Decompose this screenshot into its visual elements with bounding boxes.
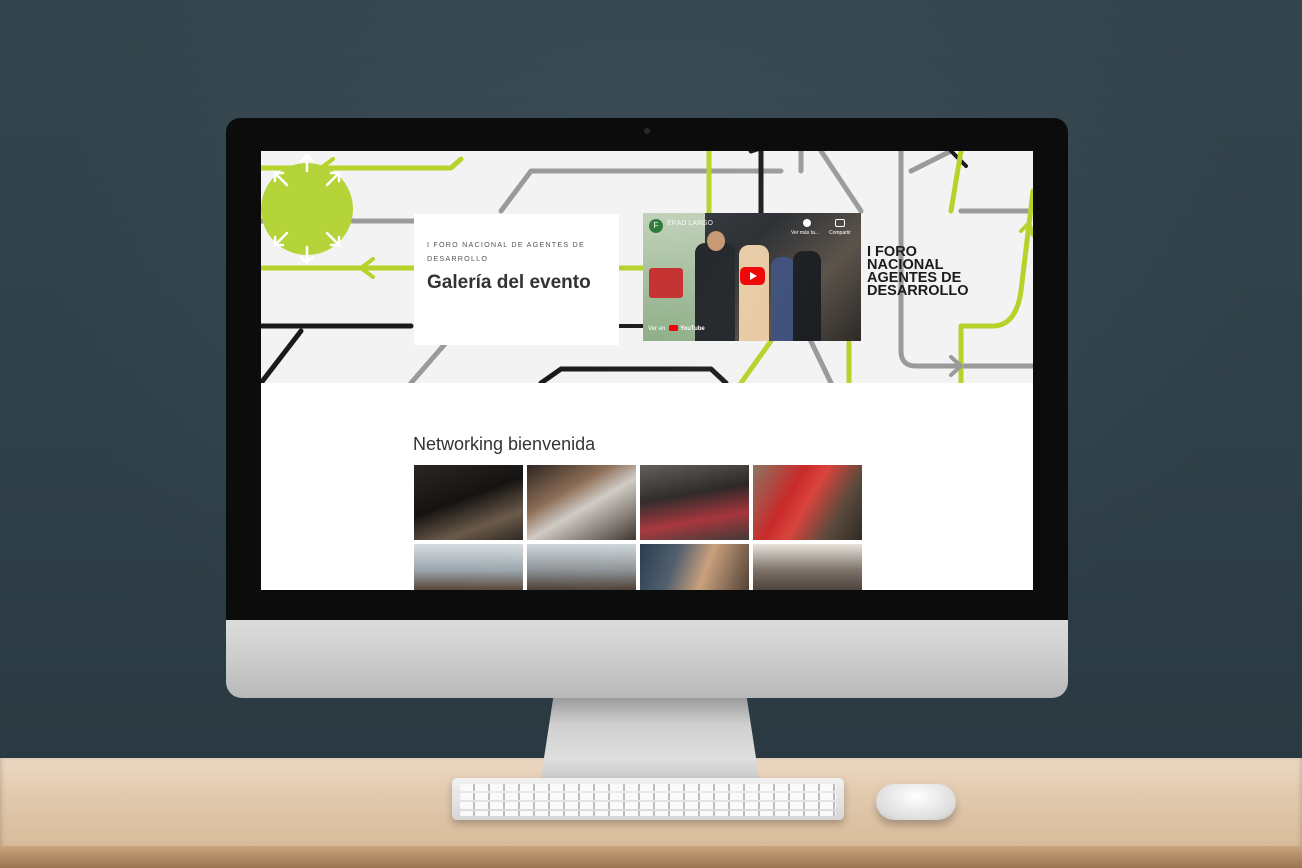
- video-person: [739, 245, 769, 341]
- gallery-photo[interactable]: [753, 544, 862, 590]
- hero-banner: I FORO NACIONAL DE AGENTES DE DESARROLLO…: [261, 151, 1033, 383]
- gallery-photo[interactable]: [640, 465, 749, 540]
- gallery-photo[interactable]: [414, 544, 523, 590]
- logo-line: DESARROLLO: [867, 283, 969, 299]
- mouse: [876, 784, 956, 820]
- share-label[interactable]: Compartir: [829, 230, 851, 236]
- share-icon[interactable]: [835, 219, 845, 227]
- monitor-chin: [226, 620, 1068, 698]
- gallery-photo[interactable]: [527, 544, 636, 590]
- event-logo-icon: [261, 153, 353, 265]
- youtube-logo-link[interactable]: YouTube: [669, 325, 705, 332]
- gallery-section-heading: Networking bienvenida: [413, 434, 596, 454]
- channel-avatar[interactable]: F: [649, 219, 663, 233]
- desk-edge: [0, 846, 1302, 868]
- gallery-photo[interactable]: [414, 465, 523, 540]
- video-person-head: [707, 231, 725, 251]
- keyboard: [452, 778, 844, 820]
- play-button[interactable]: [740, 267, 765, 285]
- event-kicker: I FORO NACIONAL DE AGENTES DE DESARROLLO: [427, 240, 585, 263]
- video-person: [771, 257, 795, 341]
- clock-icon[interactable]: [803, 219, 811, 227]
- watch-on-label: Ver en: [648, 326, 666, 332]
- watch-later-label[interactable]: Ver más ta...: [791, 230, 819, 236]
- video-scene-seat: [649, 268, 683, 298]
- page-title: Galería del evento: [427, 272, 591, 293]
- gallery-photo[interactable]: [640, 544, 749, 590]
- gallery-photo[interactable]: [753, 465, 862, 540]
- camera-icon: [644, 128, 650, 134]
- gallery-photo[interactable]: [527, 465, 636, 540]
- youtube-video-embed[interactable]: F ERAD LARGO Ver más ta... Compartir Ver…: [643, 213, 861, 341]
- video-person: [793, 251, 821, 341]
- video-title[interactable]: ERAD LARGO: [667, 220, 713, 227]
- browser-screen: I FORO NACIONAL DE AGENTES DE DESARROLLO…: [261, 151, 1033, 590]
- event-logo-text: I FORO NACIONAL AGENTES DE DESARROLLO: [867, 245, 969, 299]
- monitor-stand: [540, 698, 760, 784]
- hero-title-card: I FORO NACIONAL DE AGENTES DE DESARROLLO…: [414, 214, 619, 345]
